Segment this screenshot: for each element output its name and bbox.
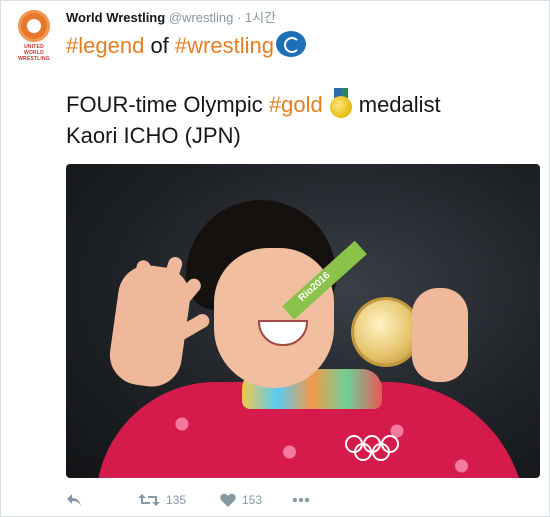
tweet-header: World Wrestling @wrestling · 1시간 xyxy=(66,10,276,26)
hashtag-gold[interactable]: #gold xyxy=(269,92,323,117)
photo-face xyxy=(214,248,334,388)
tweet-line-3: Kaori ICHO (JPN) xyxy=(66,123,241,148)
like-count: 153 xyxy=(242,493,263,507)
olympic-rings-icon xyxy=(345,435,399,461)
retweet-icon xyxy=(138,494,160,506)
photo-hand-right xyxy=(412,288,468,382)
tweet-line-2-suffix: medalist xyxy=(358,92,441,117)
tweet-line-1: #legend of #wrestling xyxy=(66,30,536,61)
tweet-line-2-prefix: FOUR-time Olympic xyxy=(66,92,263,117)
olympic-sport-icon xyxy=(275,31,306,57)
tweet-text: #legend of #wrestling FOUR-time Olympic … xyxy=(66,30,536,151)
avatar[interactable]: UNITED WORLD WRESTLING xyxy=(14,10,54,62)
tweet-actions: 135 153 xyxy=(66,490,366,510)
tweet-word-of: of xyxy=(150,33,169,58)
hashtag-wrestling[interactable]: #wrestling xyxy=(175,33,274,58)
more-icon xyxy=(292,497,310,503)
tweet-line-2: FOUR-time Olympic #gold medalist xyxy=(66,88,536,120)
more-button[interactable] xyxy=(292,490,310,510)
tweet-photo[interactable]: Rio2016 xyxy=(66,164,540,478)
retweet-button[interactable]: 135 xyxy=(138,490,186,510)
avatar-label: UNITED WORLD WRESTLING xyxy=(18,44,50,62)
heart-icon xyxy=(220,493,236,507)
wrestling-logo-icon xyxy=(18,10,50,42)
reply-button[interactable] xyxy=(66,490,82,510)
timestamp[interactable]: 1시간 xyxy=(245,10,276,25)
reply-icon xyxy=(67,494,81,506)
hashtag-legend[interactable]: #legend xyxy=(66,33,144,58)
gold-medal-icon xyxy=(327,88,355,118)
header-separator: · xyxy=(236,10,242,25)
like-button[interactable]: 153 xyxy=(220,490,262,510)
photo-medal xyxy=(354,300,418,364)
account-name[interactable]: World Wrestling xyxy=(66,10,165,25)
retweet-count: 135 xyxy=(166,493,187,507)
account-handle[interactable]: @wrestling xyxy=(169,10,234,25)
